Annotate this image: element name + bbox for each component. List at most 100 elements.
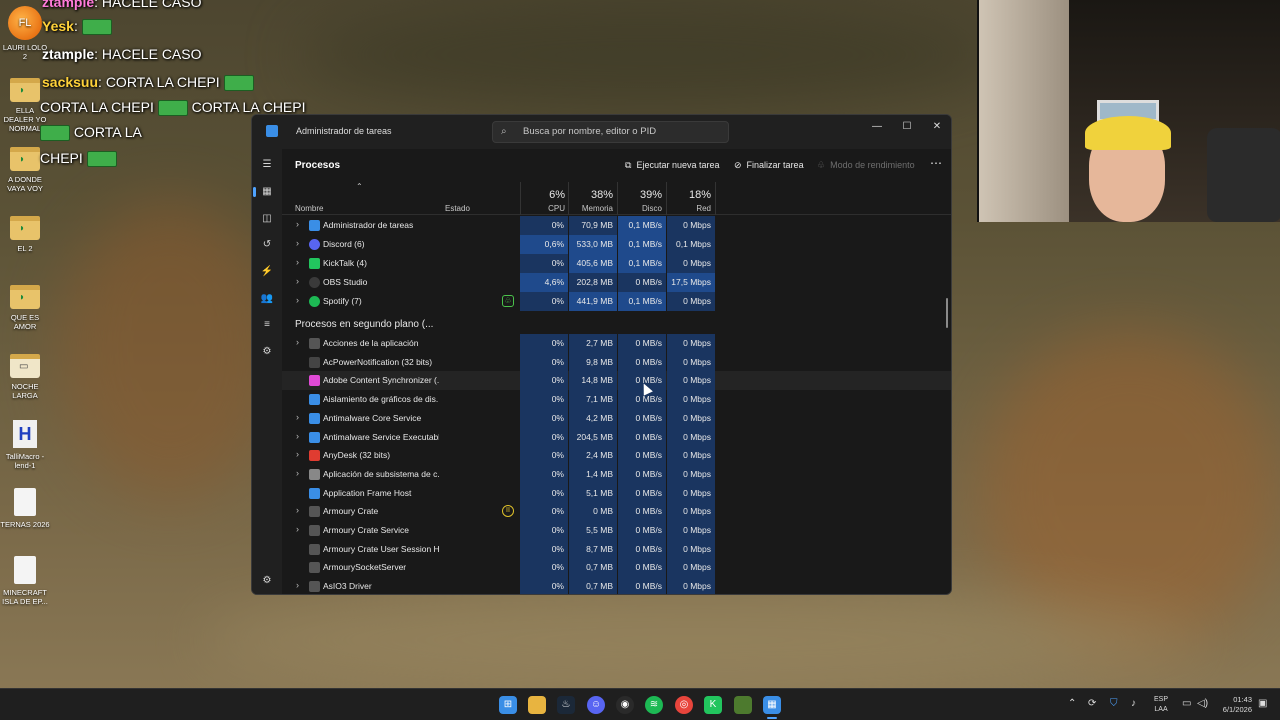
expand-chevron-icon[interactable]: › <box>296 468 299 478</box>
services-icon[interactable]: ⚙ <box>259 344 275 360</box>
process-name: Armoury Crate Service <box>323 525 409 535</box>
expand-chevron-icon[interactable]: › <box>296 219 299 229</box>
expand-chevron-icon[interactable]: › <box>296 257 299 267</box>
maximize-button[interactable]: ☐ <box>892 119 922 135</box>
webcam-overlay <box>977 0 1280 222</box>
performance-icon[interactable]: ◫ <box>259 211 275 227</box>
process-row[interactable]: › Antimalware Service Executable 0% 204,5 M… <box>282 427 951 447</box>
network-icon[interactable]: ▭ <box>1182 698 1191 709</box>
more-options-icon[interactable]: ⋯ <box>930 156 942 170</box>
expand-chevron-icon[interactable]: › <box>296 238 299 248</box>
desktop-icon-macro[interactable]: H TalliMacro - lend-1 <box>0 420 50 470</box>
desktop-icon-folder[interactable]: ◗ EL 2 <box>0 216 50 253</box>
process-row[interactable]: › Armoury Crate II 0% 0 MB 0 MB/s 0 Mbps <box>282 502 951 522</box>
column-status[interactable]: Estado <box>445 204 470 213</box>
process-row[interactable]: › KickTalk (4) 0% 405,6 MB 0,1 MB/s 0 Mb… <box>282 254 951 273</box>
process-row[interactable]: › Administrador de tareas 0% 70,9 MB 0,1… <box>282 216 951 235</box>
process-name: AcPowerNotification (32 bits) <box>323 356 433 367</box>
disk-value: 0 MB/s <box>618 502 666 522</box>
column-cpu[interactable]: CPU <box>525 204 565 213</box>
volume-icon[interactable]: ◁) <box>1197 698 1208 709</box>
column-memory[interactable]: Memoria <box>573 204 613 213</box>
column-disk[interactable]: Disco <box>622 204 662 213</box>
minimize-button[interactable]: — <box>862 119 892 135</box>
microphone-icon[interactable]: ♪ <box>1131 698 1136 709</box>
expand-chevron-icon[interactable]: › <box>296 524 299 534</box>
process-row[interactable]: › AsIO3 Driver 0% 0,7 MB 0 MB/s 0 Mbps <box>282 577 951 594</box>
process-row[interactable]: › Antimalware Core Service 0% 4,2 MB 0 MB/s 0… <box>282 408 951 428</box>
processes-icon[interactable]: ▦ <box>253 184 275 200</box>
file-explorer-icon[interactable] <box>528 696 546 714</box>
sync-icon[interactable]: ⟳ <box>1088 698 1096 709</box>
expand-chevron-icon[interactable]: › <box>296 337 299 347</box>
process-row[interactable]: Armoury Crate User Session H... 0% 8,7 MB 0… <box>282 539 951 559</box>
chat-text: : HACELE CASO <box>94 0 202 10</box>
desktop-icon-document[interactable]: TERNAS 2026 <box>0 488 50 529</box>
expand-chevron-icon[interactable]: › <box>296 449 299 459</box>
network-value: 0 Mbps <box>667 427 715 447</box>
process-name: Spotify (7) <box>323 296 362 306</box>
chrome-icon[interactable]: ◎ <box>675 696 693 714</box>
process-row[interactable]: › Aplicación de subsistema de c... 0% 1,4 M… <box>282 464 951 484</box>
process-row[interactable]: › Armoury Crate Service 0% 5,5 MB 0 MB/s 0 Mb… <box>282 521 951 540</box>
obs-icon[interactable]: ◉ <box>616 696 634 714</box>
discord-icon[interactable]: ☺ <box>587 696 605 714</box>
expand-chevron-icon[interactable]: › <box>296 295 299 305</box>
process-row[interactable]: › Discord (6) 0,6% 533,0 MB 0,1 MB/s 0,1… <box>282 235 951 254</box>
folder-icon: ◗ <box>10 285 40 309</box>
process-row[interactable]: Application Frame Host 0% 5,1 MB 0 MB/s 0 Mb… <box>282 483 951 503</box>
process-row[interactable]: AcPowerNotification (32 bits) 0% 9,8 MB 0 M… <box>282 352 951 372</box>
chat-message: ztample: HACELE CASO <box>42 0 202 10</box>
process-row[interactable]: › OBS Studio 4,6% 202,8 MB 0 MB/s 17,5 M… <box>282 273 951 292</box>
process-row[interactable]: › Acciones de la aplicación 0% 2,7 MB 0 MB/s… <box>282 334 951 353</box>
expand-chevron-icon[interactable]: › <box>296 431 299 441</box>
emote-app-icon[interactable] <box>734 696 752 714</box>
process-row[interactable]: Aislamiento de gráficos de dis... 0% 7,1 M… <box>282 390 951 410</box>
cpu-value: 0% <box>520 446 568 466</box>
task-manager-window: Administrador de tareas ⌕ Busca por nomb… <box>251 114 952 595</box>
kicktalk-icon[interactable]: K <box>704 696 722 714</box>
expand-chevron-icon[interactable]: › <box>296 580 299 590</box>
spotify-icon[interactable]: ≋ <box>645 696 663 714</box>
app-history-icon[interactable]: ↺ <box>259 237 275 253</box>
process-name: Antimalware Service Executable <box>323 431 439 442</box>
process-icon <box>309 431 320 443</box>
users-icon[interactable]: 👥 <box>259 291 275 307</box>
steam-icon[interactable]: ♨ <box>557 696 575 714</box>
search-input[interactable]: ⌕ Busca por nombre, editor o PID <box>492 121 729 143</box>
column-network[interactable]: Red <box>671 204 711 213</box>
menu-icon[interactable]: ☰ <box>259 157 275 173</box>
expand-chevron-icon[interactable]: › <box>296 412 299 422</box>
process-row[interactable]: ArmourySocketServer 0% 0,7 MB 0 MB/s 0 Mbps <box>282 558 951 578</box>
close-button[interactable]: ✕ <box>922 119 951 135</box>
end-task-button[interactable]: ⊘ Finalizar tarea <box>734 160 804 171</box>
emote-icon <box>223 75 254 92</box>
clock[interactable]: 01:43 6/1/2026 <box>1214 695 1252 715</box>
desktop-icon-document[interactable]: MINECRAFT ISLA DE EP... <box>0 556 50 606</box>
process-icon <box>309 581 320 593</box>
task-manager-taskbar-icon[interactable]: ▦ <box>763 696 781 714</box>
chevron-up-icon[interactable]: ⌃ <box>1068 698 1076 709</box>
details-icon[interactable]: ≡ <box>259 317 275 333</box>
process-row[interactable]: Adobe Content Synchronizer (... 0% 14,8 MB… <box>282 371 951 391</box>
windows-start-icon[interactable]: ⊞ <box>499 696 517 714</box>
expand-chevron-icon[interactable]: › <box>296 505 299 515</box>
process-row[interactable]: › Spotify (7) ♧ 0% 441,9 MB 0,1 MB/s 0 M… <box>282 292 951 311</box>
shield-icon[interactable]: ⛉ <box>1110 698 1118 709</box>
title-bar[interactable]: Administrador de tareas ⌕ Busca por nomb… <box>252 115 951 149</box>
notifications-icon[interactable]: ▣ <box>1258 698 1267 709</box>
settings-icon[interactable]: ⚙ <box>259 573 275 589</box>
expand-chevron-icon[interactable]: › <box>296 276 299 286</box>
app-icon <box>309 258 320 269</box>
run-new-task-button[interactable]: ⧉ Ejecutar nueva tarea <box>625 160 720 171</box>
scrollbar[interactable] <box>946 298 948 328</box>
column-name[interactable]: Nombre <box>295 204 323 213</box>
process-row[interactable]: › AnyDesk (32 bits) 0% 2,4 MB 0 MB/s 0 Mbps <box>282 446 951 466</box>
language-indicator[interactable]: ESP LAA <box>1154 695 1168 715</box>
efficiency-mode-button[interactable]: ♧ Modo de rendimiento <box>817 160 915 171</box>
desktop-icon-folder[interactable]: ▭ NOCHE LARGA <box>0 354 50 400</box>
process-name: Aplicación de subsistema de c... <box>323 468 439 479</box>
cpu-value: 0% <box>520 216 568 235</box>
startup-apps-icon[interactable]: ⚡ <box>259 264 275 280</box>
desktop-icon-folder[interactable]: ◗ QUE ES AMOR <box>0 285 50 331</box>
